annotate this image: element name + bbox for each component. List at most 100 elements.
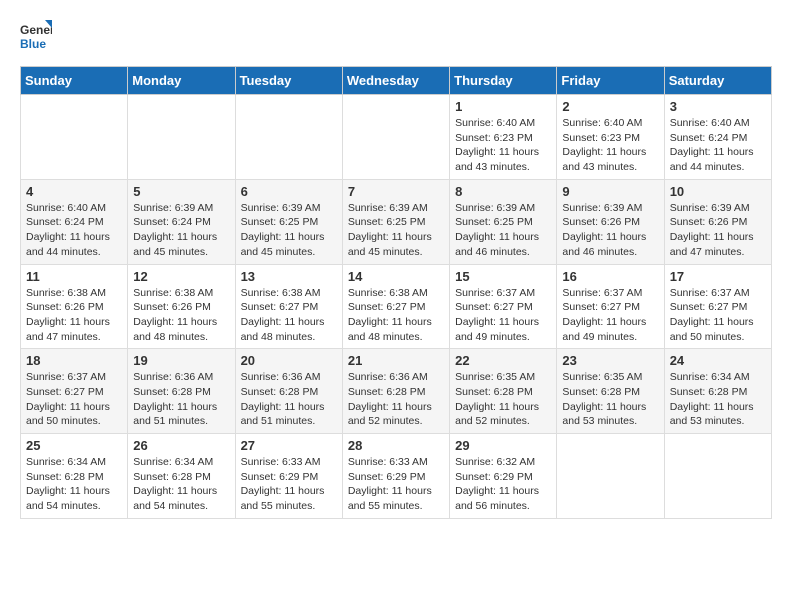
day-detail: Sunrise: 6:40 AM Sunset: 6:23 PM Dayligh… [455, 116, 551, 175]
day-detail: Sunrise: 6:33 AM Sunset: 6:29 PM Dayligh… [241, 455, 337, 514]
calendar-day-cell: 15 Sunrise: 6:37 AM Sunset: 6:27 PM Dayli… [450, 264, 557, 349]
calendar-day-cell: 16Sunrise: 6:37 AM Sunset: 6:27 PM Dayli… [557, 264, 664, 349]
day-detail: Sunrise: 6:39 AM Sunset: 6:25 PM Dayligh… [241, 201, 337, 260]
day-detail: Sunrise: 6:40 AM Sunset: 6:23 PM Dayligh… [562, 116, 658, 175]
day-number: 14 [348, 269, 444, 284]
calendar-day-cell: 9 Sunrise: 6:39 AM Sunset: 6:26 PM Daylig… [557, 179, 664, 264]
day-number: 26 [133, 438, 229, 453]
calendar-day-cell [21, 95, 128, 180]
day-number: 6 [241, 184, 337, 199]
weekday-header: Friday [557, 67, 664, 95]
calendar-day-cell [235, 95, 342, 180]
calendar-day-cell: 18Sunrise: 6:37 AM Sunset: 6:27 PM Dayli… [21, 349, 128, 434]
day-detail: Sunrise: 6:40 AM Sunset: 6:24 PM Dayligh… [670, 116, 766, 175]
day-number: 24 [670, 353, 766, 368]
day-number: 13 [241, 269, 337, 284]
calendar-week-row: 1 Sunrise: 6:40 AM Sunset: 6:23 PM Daylig… [21, 95, 772, 180]
calendar-day-cell [128, 95, 235, 180]
day-detail: Sunrise: 6:36 AM Sunset: 6:28 PM Dayligh… [133, 370, 229, 429]
day-detail: Sunrise: 6:39 AM Sunset: 6:26 PM Dayligh… [562, 201, 658, 260]
day-detail: Sunrise: 6:35 AM Sunset: 6:28 PM Dayligh… [562, 370, 658, 429]
day-number: 22 [455, 353, 551, 368]
calendar-day-cell: 2 Sunrise: 6:40 AM Sunset: 6:23 PM Daylig… [557, 95, 664, 180]
calendar-day-cell: 27 Sunrise: 6:33 AM Sunset: 6:29 PM Dayli… [235, 434, 342, 519]
day-detail: Sunrise: 6:36 AM Sunset: 6:28 PM Dayligh… [348, 370, 444, 429]
day-number: 27 [241, 438, 337, 453]
calendar-day-cell: 20 Sunrise: 6:36 AM Sunset: 6:28 PM Dayli… [235, 349, 342, 434]
calendar-day-cell [557, 434, 664, 519]
day-number: 23 [562, 353, 658, 368]
page-header: General Blue [20, 20, 772, 56]
calendar-day-cell: 6 Sunrise: 6:39 AM Sunset: 6:25 PM Daylig… [235, 179, 342, 264]
day-detail: Sunrise: 6:36 AM Sunset: 6:28 PM Dayligh… [241, 370, 337, 429]
calendar-day-cell [664, 434, 771, 519]
day-number: 29 [455, 438, 551, 453]
calendar-day-cell: 17 Sunrise: 6:37 AM Sunset: 6:27 PM Dayli… [664, 264, 771, 349]
day-detail: Sunrise: 6:37 AM Sunset: 6:27 PM Dayligh… [455, 286, 551, 345]
day-number: 9 [562, 184, 658, 199]
calendar-day-cell: 25 Sunrise: 6:34 AM Sunset: 6:28 PM Dayli… [21, 434, 128, 519]
day-detail: Sunrise: 6:39 AM Sunset: 6:25 PM Dayligh… [455, 201, 551, 260]
day-number: 20 [241, 353, 337, 368]
day-detail: Sunrise: 6:34 AM Sunset: 6:28 PM Dayligh… [670, 370, 766, 429]
calendar-week-row: 4Sunrise: 6:40 AM Sunset: 6:24 PM Daylig… [21, 179, 772, 264]
weekday-header: Monday [128, 67, 235, 95]
calendar-day-cell: 24 Sunrise: 6:34 AM Sunset: 6:28 PM Dayli… [664, 349, 771, 434]
weekday-header: Thursday [450, 67, 557, 95]
day-number: 18 [26, 353, 122, 368]
day-number: 7 [348, 184, 444, 199]
day-number: 25 [26, 438, 122, 453]
day-number: 11 [26, 269, 122, 284]
weekday-header: Sunday [21, 67, 128, 95]
calendar-day-cell [342, 95, 449, 180]
day-detail: Sunrise: 6:32 AM Sunset: 6:29 PM Dayligh… [455, 455, 551, 514]
day-detail: Sunrise: 6:39 AM Sunset: 6:25 PM Dayligh… [348, 201, 444, 260]
svg-text:Blue: Blue [20, 37, 46, 51]
day-number: 1 [455, 99, 551, 114]
day-detail: Sunrise: 6:34 AM Sunset: 6:28 PM Dayligh… [26, 455, 122, 514]
calendar-day-cell: 5 Sunrise: 6:39 AM Sunset: 6:24 PM Daylig… [128, 179, 235, 264]
day-number: 8 [455, 184, 551, 199]
calendar-header-row: SundayMondayTuesdayWednesdayThursdayFrid… [21, 67, 772, 95]
weekday-header: Wednesday [342, 67, 449, 95]
day-detail: Sunrise: 6:39 AM Sunset: 6:26 PM Dayligh… [670, 201, 766, 260]
day-number: 12 [133, 269, 229, 284]
calendar-day-cell: 12 Sunrise: 6:38 AM Sunset: 6:26 PM Dayli… [128, 264, 235, 349]
calendar-day-cell: 1 Sunrise: 6:40 AM Sunset: 6:23 PM Daylig… [450, 95, 557, 180]
day-detail: Sunrise: 6:40 AM Sunset: 6:24 PM Dayligh… [26, 201, 122, 260]
day-number: 28 [348, 438, 444, 453]
calendar-day-cell: 8 Sunrise: 6:39 AM Sunset: 6:25 PM Daylig… [450, 179, 557, 264]
calendar-day-cell: 26 Sunrise: 6:34 AM Sunset: 6:28 PM Dayli… [128, 434, 235, 519]
calendar-day-cell: 7 Sunrise: 6:39 AM Sunset: 6:25 PM Daylig… [342, 179, 449, 264]
calendar-day-cell: 4Sunrise: 6:40 AM Sunset: 6:24 PM Daylig… [21, 179, 128, 264]
calendar-week-row: 11 Sunrise: 6:38 AM Sunset: 6:26 PM Dayli… [21, 264, 772, 349]
day-number: 19 [133, 353, 229, 368]
calendar-week-row: 25 Sunrise: 6:34 AM Sunset: 6:28 PM Dayli… [21, 434, 772, 519]
day-detail: Sunrise: 6:38 AM Sunset: 6:27 PM Dayligh… [348, 286, 444, 345]
svg-text:General: General [20, 23, 52, 37]
calendar-day-cell: 22 Sunrise: 6:35 AM Sunset: 6:28 PM Dayli… [450, 349, 557, 434]
calendar-day-cell: 19 Sunrise: 6:36 AM Sunset: 6:28 PM Dayli… [128, 349, 235, 434]
calendar-day-cell: 13 Sunrise: 6:38 AM Sunset: 6:27 PM Dayli… [235, 264, 342, 349]
calendar-day-cell: 29 Sunrise: 6:32 AM Sunset: 6:29 PM Dayli… [450, 434, 557, 519]
day-detail: Sunrise: 6:38 AM Sunset: 6:26 PM Dayligh… [133, 286, 229, 345]
day-detail: Sunrise: 6:34 AM Sunset: 6:28 PM Dayligh… [133, 455, 229, 514]
calendar-day-cell: 28 Sunrise: 6:33 AM Sunset: 6:29 PM Dayli… [342, 434, 449, 519]
day-number: 17 [670, 269, 766, 284]
calendar-day-cell: 10Sunrise: 6:39 AM Sunset: 6:26 PM Dayli… [664, 179, 771, 264]
calendar-day-cell: 14 Sunrise: 6:38 AM Sunset: 6:27 PM Dayli… [342, 264, 449, 349]
day-detail: Sunrise: 6:38 AM Sunset: 6:27 PM Dayligh… [241, 286, 337, 345]
day-number: 5 [133, 184, 229, 199]
day-detail: Sunrise: 6:37 AM Sunset: 6:27 PM Dayligh… [670, 286, 766, 345]
day-number: 2 [562, 99, 658, 114]
day-detail: Sunrise: 6:39 AM Sunset: 6:24 PM Dayligh… [133, 201, 229, 260]
day-detail: Sunrise: 6:33 AM Sunset: 6:29 PM Dayligh… [348, 455, 444, 514]
calendar-day-cell: 11Sunrise: 6:38 AM Sunset: 6:26 PM Dayli… [21, 264, 128, 349]
day-detail: Sunrise: 6:35 AM Sunset: 6:28 PM Dayligh… [455, 370, 551, 429]
calendar-week-row: 18Sunrise: 6:37 AM Sunset: 6:27 PM Dayli… [21, 349, 772, 434]
day-number: 3 [670, 99, 766, 114]
day-number: 15 [455, 269, 551, 284]
day-number: 21 [348, 353, 444, 368]
logo-icon: General Blue [20, 20, 52, 56]
calendar-day-cell: 21 Sunrise: 6:36 AM Sunset: 6:28 PM Dayli… [342, 349, 449, 434]
